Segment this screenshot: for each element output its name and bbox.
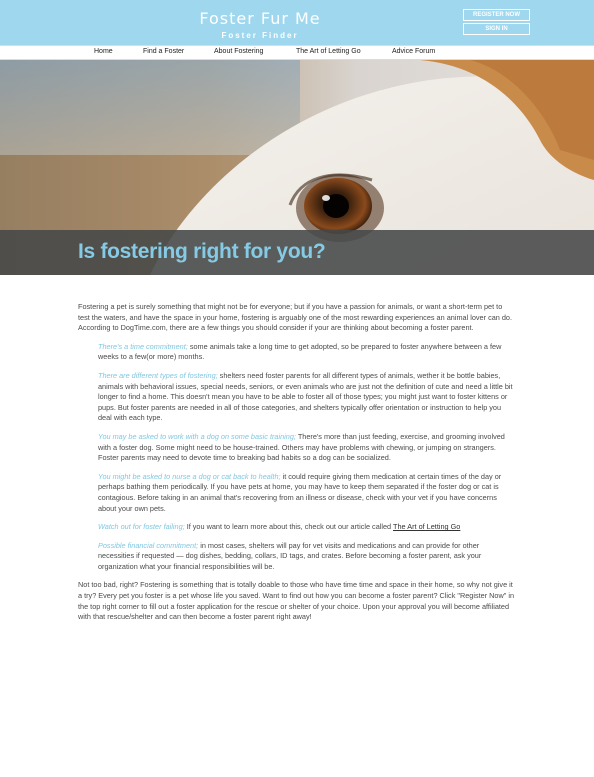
tip-lead: You might be asked to nurse a dog or cat… (98, 471, 281, 481)
nav-item-home[interactable]: Home (94, 48, 113, 55)
tip-types-of-fostering: There are different types of fostering; … (98, 371, 516, 424)
hero-banner: Is fostering right for you? (0, 60, 594, 275)
tip-text: If you want to learn more about this, ch… (184, 522, 394, 532)
tip-nurse-to-health: You might be asked to nurse a dog or cat… (98, 472, 516, 514)
register-now-button[interactable]: REGISTER NOW (463, 9, 530, 21)
art-of-letting-go-link[interactable]: The Art of Letting Go (393, 522, 460, 531)
intro-paragraph: Fostering a pet is surely something that… (78, 302, 513, 333)
outro-paragraph: Not too bad, right? Fostering is somethi… (78, 580, 515, 622)
nav-item-find-a-foster[interactable]: Find a Foster (143, 48, 184, 55)
tip-time-commitment: There's a time commitment; some animals … (98, 342, 516, 363)
site-header: Foster Fur Me Foster Finder REGISTER NOW… (0, 0, 594, 45)
tips-list: There's a time commitment; some animals … (78, 342, 516, 573)
article-body: Fostering a pet is surely something that… (78, 302, 516, 623)
site-name[interactable]: Foster Fur Me (0, 9, 520, 28)
tip-basic-training: You may be asked to work with a dog on s… (98, 432, 516, 464)
nav-item-advice-forum[interactable]: Advice Forum (392, 48, 435, 55)
main-nav: Home Find a Foster About Fostering The A… (0, 45, 594, 60)
tip-lead: Watch out for foster failing; (98, 522, 185, 532)
tip-foster-failing: Watch out for foster failing; If you wan… (98, 522, 516, 533)
tip-lead: You may be asked to work with a dog on s… (98, 431, 296, 441)
sign-in-button[interactable]: SIGN IN (463, 23, 530, 35)
site-tagline: Foster Finder (221, 31, 299, 40)
hero-title-band: Is fostering right for you? (0, 230, 594, 275)
tip-lead: Possible financial commitment; (98, 540, 199, 550)
nav-item-about-fostering[interactable]: About Fostering (214, 48, 263, 55)
nav-item-art-of-letting-go[interactable]: The Art of Letting Go (296, 48, 361, 55)
tip-financial-commitment: Possible financial commitment; in most c… (98, 541, 516, 573)
page-title: Is fostering right for you? (78, 240, 326, 263)
tip-lead: There are different types of fostering; (98, 370, 218, 380)
tip-lead: There's a time commitment; (98, 341, 188, 351)
